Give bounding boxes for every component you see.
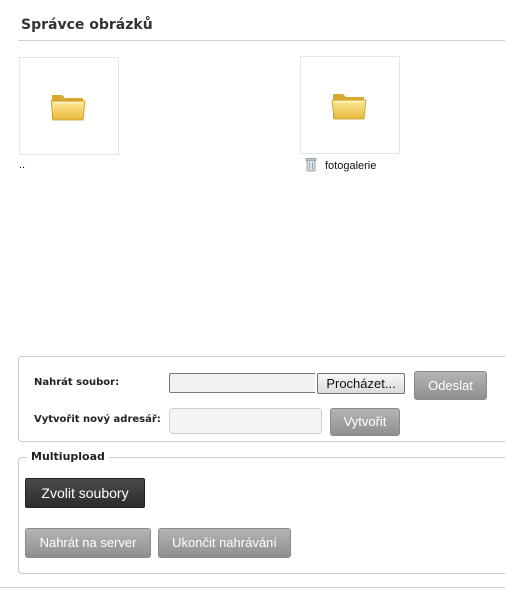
folder-tile-fotogalerie[interactable] [300, 56, 400, 154]
send-button[interactable]: Odeslat [414, 371, 487, 400]
multiupload-legend: Multiupload [27, 450, 109, 463]
folder-tile-parent[interactable] [19, 57, 119, 155]
trash-icon[interactable] [305, 157, 317, 172]
mkdir-input[interactable] [169, 408, 322, 434]
browse-button[interactable]: Procházet... [317, 373, 405, 394]
create-folder-button[interactable]: Vytvořit [330, 408, 400, 436]
multiupload-fieldset: Multiupload Zvolit soubory Nahrát na ser… [18, 450, 505, 574]
title-divider [18, 40, 505, 41]
stop-upload-button[interactable]: Ukončit nahrávání [158, 528, 291, 558]
choose-files-button[interactable]: Zvolit soubory [25, 478, 145, 508]
upload-panel: Nahrát soubor: Procházet... Odeslat Vytv… [18, 356, 505, 442]
upload-label: Nahrát soubor: [34, 377, 120, 388]
folder-label[interactable]: .. [19, 159, 25, 171]
upload-to-server-button[interactable]: Nahrát na server [25, 528, 151, 558]
folder-icon [50, 95, 86, 121]
file-input[interactable] [169, 373, 315, 393]
bottom-divider [0, 587, 505, 588]
mkdir-label: Vytvořit nový adresář: [34, 414, 161, 425]
folder-label[interactable]: fotogalerie [325, 160, 376, 172]
page-title: Správce obrázků [21, 17, 153, 33]
folder-icon [331, 94, 367, 120]
